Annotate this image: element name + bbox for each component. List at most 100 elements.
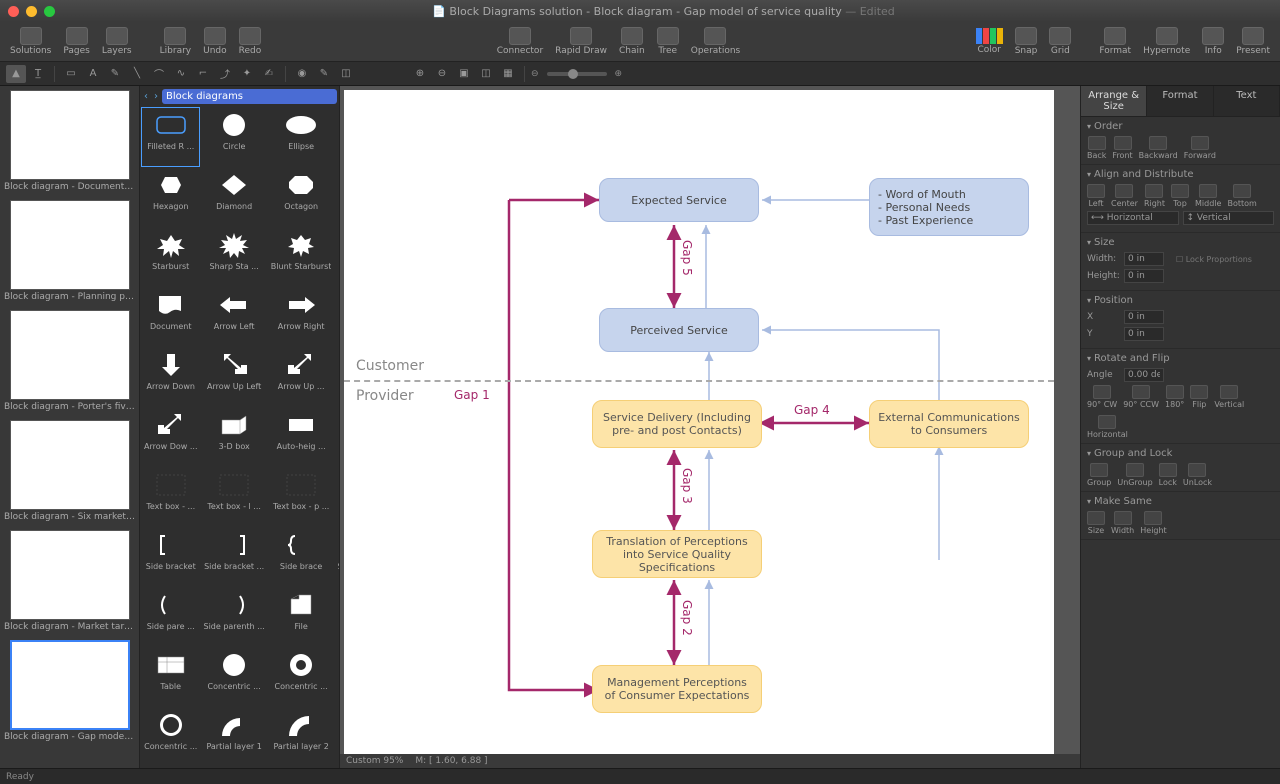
shape-arrow-up-[interactable]: Arrow Up ... bbox=[269, 348, 334, 406]
order-front[interactable]: Front bbox=[1112, 136, 1132, 160]
shape-curved-re-[interactable]: Curved Re ... bbox=[335, 108, 339, 166]
shape-partial-layer-3[interactable]: Partial layer 3 bbox=[335, 708, 339, 766]
shape-diamond[interactable]: Diamond bbox=[201, 168, 266, 226]
angle-input[interactable] bbox=[1124, 368, 1164, 382]
curve-tool[interactable]: ⤴ bbox=[215, 65, 235, 83]
y-input[interactable] bbox=[1124, 327, 1164, 341]
eraser-tool[interactable]: ◫ bbox=[336, 65, 356, 83]
shape-partial-layer-1[interactable]: Partial layer 1 bbox=[201, 708, 266, 766]
shape-sharp-sta-[interactable]: Sharp Sta ... bbox=[201, 228, 266, 286]
rect-tool[interactable]: ▭ bbox=[61, 65, 81, 83]
info-button[interactable]: Info bbox=[1198, 25, 1228, 58]
rapid-draw-button[interactable]: Rapid Draw bbox=[551, 25, 611, 58]
tab-format[interactable]: Format bbox=[1147, 86, 1213, 116]
rotate-90-ccw[interactable]: 90° CCW bbox=[1123, 385, 1159, 409]
maximize-window-button[interactable] bbox=[44, 6, 55, 17]
shape-text-box-l-[interactable]: Text box - l ... bbox=[201, 468, 266, 526]
shape-text-box-[interactable]: Text box - ... bbox=[142, 468, 199, 526]
shape-document[interactable]: Document bbox=[142, 288, 199, 346]
rotate-flip[interactable]: Flip bbox=[1190, 385, 1208, 409]
shape-arrow-down[interactable]: Arrow Down bbox=[142, 348, 199, 406]
align-section[interactable]: Align and Distribute bbox=[1087, 169, 1274, 180]
shape-auto-size-box[interactable]: Auto-size box bbox=[335, 408, 339, 466]
shape-filleted-r-[interactable]: Filleted R ... bbox=[142, 108, 199, 166]
shape-side-bracket-[interactable]: Side bracket ... bbox=[201, 528, 266, 586]
shape-arrow-up-left[interactable]: Arrow Up Left bbox=[201, 348, 266, 406]
shape-concentric-[interactable]: Concentric ... bbox=[142, 708, 199, 766]
shape-arrow-dow-[interactable]: Arrow Dow ... bbox=[142, 408, 199, 466]
text-tool[interactable]: A bbox=[83, 65, 103, 83]
shape-arrow-left[interactable]: Arrow Left bbox=[201, 288, 266, 346]
shape-concentric-[interactable]: Concentric ... bbox=[269, 648, 334, 706]
zoom-level[interactable]: Custom 95% bbox=[346, 756, 403, 766]
align-top[interactable]: Top bbox=[1171, 184, 1189, 208]
block-external[interactable]: External Communications to Consumers bbox=[869, 400, 1029, 448]
order-backward[interactable]: Backward bbox=[1139, 136, 1178, 160]
shapes-fwd[interactable]: › bbox=[152, 91, 160, 102]
shape-side-pare-[interactable]: Side pare ... bbox=[142, 588, 199, 646]
template-item-5[interactable]: Block diagram - Gap model of service q..… bbox=[0, 636, 139, 746]
order-back[interactable]: Back bbox=[1087, 136, 1106, 160]
lock-proportions[interactable]: ☐ Lock Proportions bbox=[1176, 255, 1252, 264]
tab-arrange[interactable]: Arrange & Size bbox=[1081, 86, 1147, 116]
shape-arrow-dow-[interactable]: Arrow Dow ... bbox=[335, 348, 339, 406]
group-unlock[interactable]: UnLock bbox=[1183, 463, 1212, 487]
same-width[interactable]: Width bbox=[1111, 511, 1134, 535]
order-section[interactable]: Order bbox=[1087, 121, 1274, 132]
minimize-window-button[interactable] bbox=[26, 6, 37, 17]
block-expected[interactable]: Expected Service bbox=[599, 178, 759, 222]
shape-cloud[interactable]: Cloud bbox=[335, 228, 339, 286]
edit-point-tool[interactable]: ◉ bbox=[292, 65, 312, 83]
solutions-button[interactable]: Solutions bbox=[6, 25, 55, 58]
group-lock[interactable]: Lock bbox=[1159, 463, 1177, 487]
rotate-horizontal[interactable]: Horizontal bbox=[1087, 415, 1128, 439]
shape-tag[interactable]: Tag bbox=[335, 588, 339, 646]
chain-button[interactable]: Chain bbox=[615, 25, 649, 58]
pages-button[interactable]: Pages bbox=[59, 25, 93, 58]
zoom-in-tool[interactable]: ⊕ bbox=[410, 65, 430, 83]
group-ungroup[interactable]: UnGroup bbox=[1117, 463, 1152, 487]
text-insert-tool[interactable]: T̲ bbox=[28, 65, 48, 83]
tab-text[interactable]: Text bbox=[1214, 86, 1280, 116]
grid-button[interactable]: Grid bbox=[1045, 25, 1075, 58]
color-button[interactable]: Color bbox=[972, 26, 1007, 57]
connector-button[interactable]: Connector bbox=[493, 25, 547, 58]
template-item-0[interactable]: Block diagram - Document management... bbox=[0, 86, 139, 196]
size-section[interactable]: Size bbox=[1087, 237, 1274, 248]
snap-button[interactable]: Snap bbox=[1011, 25, 1042, 58]
align-bottom[interactable]: Bottom bbox=[1227, 184, 1256, 208]
redo-button[interactable]: Redo bbox=[235, 25, 266, 58]
align-v-select[interactable]: ↕ Vertical bbox=[1183, 211, 1275, 225]
block-mgmt[interactable]: Management Perceptions of Consumer Expec… bbox=[592, 665, 762, 713]
align-right[interactable]: Right bbox=[1144, 184, 1165, 208]
shape-side-brace-[interactable]: Side brace - ... bbox=[335, 528, 339, 586]
present-button[interactable]: Present bbox=[1232, 25, 1274, 58]
shape-octagon[interactable]: Octagon bbox=[269, 168, 334, 226]
x-input[interactable] bbox=[1124, 310, 1164, 324]
shape-concentric-[interactable]: Concentric ... bbox=[335, 648, 339, 706]
position-section[interactable]: Position bbox=[1087, 295, 1274, 306]
shape-concentric-[interactable]: Concentric ... bbox=[201, 648, 266, 706]
shape-side-parenth-[interactable]: Side parenth ... bbox=[201, 588, 266, 646]
polyline-tool[interactable]: ⌐ bbox=[193, 65, 213, 83]
pointer-tool[interactable]: ▲ bbox=[6, 65, 26, 83]
shape-full-bracke-[interactable]: Full bracke ... bbox=[335, 468, 339, 526]
fit-page-tool[interactable]: ▣ bbox=[454, 65, 474, 83]
undo-button[interactable]: Undo bbox=[199, 25, 231, 58]
library-button[interactable]: Library bbox=[156, 25, 195, 58]
height-input[interactable] bbox=[1124, 269, 1164, 283]
group-group[interactable]: Group bbox=[1087, 463, 1111, 487]
align-left[interactable]: Left bbox=[1087, 184, 1105, 208]
arc-tool[interactable]: ⌒ bbox=[149, 65, 169, 83]
shape-side-brace[interactable]: Side brace bbox=[269, 528, 334, 586]
shape-side-bracket[interactable]: Side bracket bbox=[142, 528, 199, 586]
group-section[interactable]: Group and Lock bbox=[1087, 448, 1274, 459]
block-translation[interactable]: Translation of Perceptions into Service … bbox=[592, 530, 762, 578]
shape-hexagon[interactable]: Hexagon bbox=[142, 168, 199, 226]
same-section[interactable]: Make Same bbox=[1087, 496, 1274, 507]
freehand-tool[interactable]: ✎ bbox=[105, 65, 125, 83]
operations-button[interactable]: Operations bbox=[687, 25, 744, 58]
shapes-category-select[interactable]: Block diagrams bbox=[162, 89, 337, 104]
shape-file[interactable]: File bbox=[269, 588, 334, 646]
template-item-3[interactable]: Block diagram - Six markets model bbox=[0, 416, 139, 526]
